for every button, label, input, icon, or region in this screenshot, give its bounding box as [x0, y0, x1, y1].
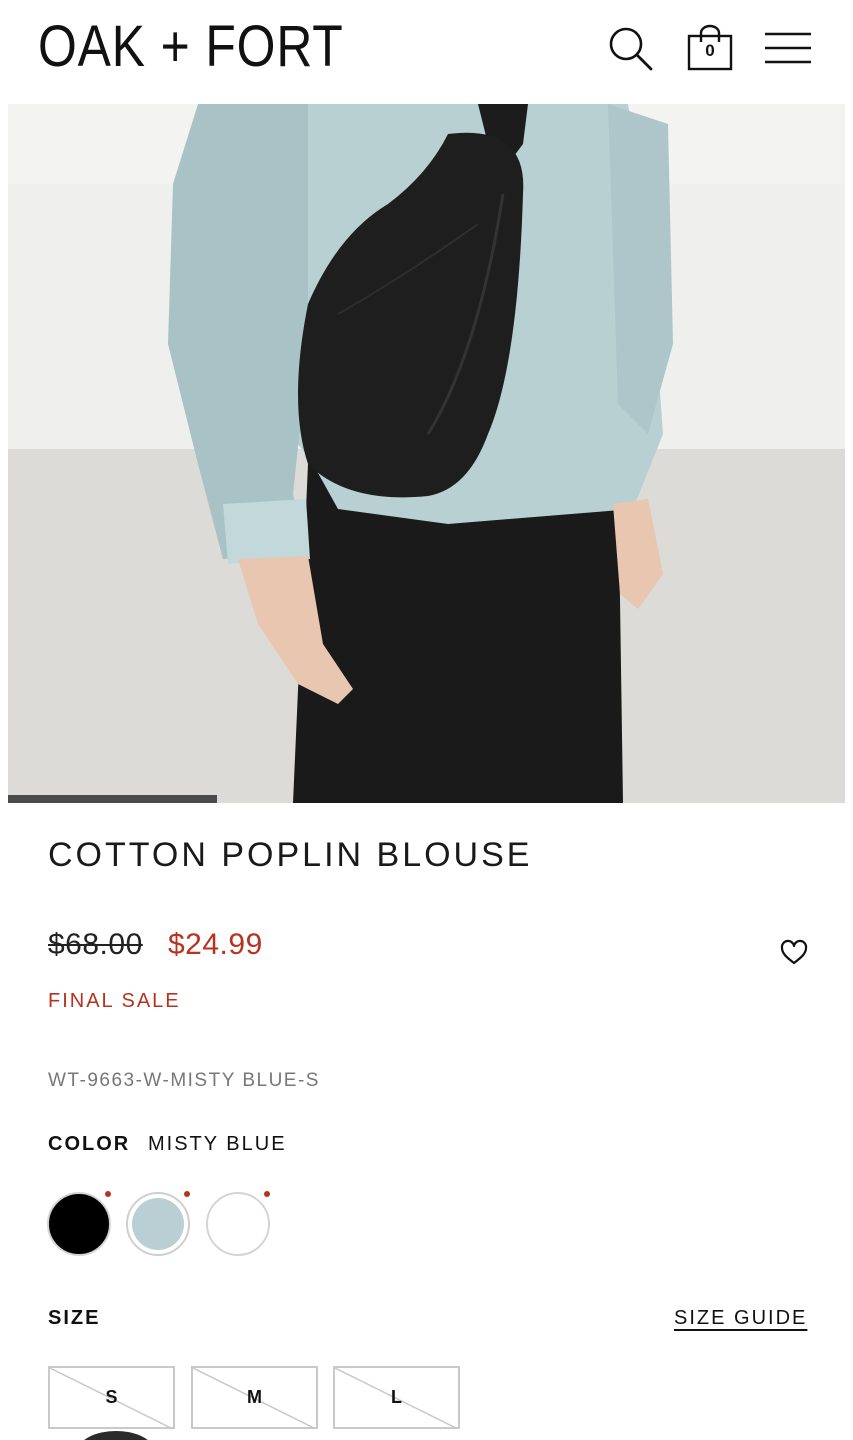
final-sale-label: FINAL SALE	[48, 990, 181, 1012]
size-option-label: M	[247, 1387, 262, 1407]
product-photo	[8, 104, 845, 803]
sale-price: $24.99	[168, 928, 263, 961]
swatch-sale-dot	[105, 1191, 111, 1197]
cart-count-badge: 0	[705, 41, 715, 60]
color-label: COLOR	[48, 1133, 131, 1155]
menu-button[interactable]	[762, 22, 814, 74]
search-button[interactable]	[604, 22, 656, 74]
gallery-progress-track	[8, 795, 845, 803]
size-label: SIZE	[48, 1307, 101, 1329]
heart-outline-icon	[780, 939, 808, 965]
color-swatch-misty-blue[interactable]	[126, 1192, 190, 1256]
gallery-progress-indicator	[8, 795, 218, 803]
size-option-label: S	[105, 1387, 118, 1407]
size-option-l[interactable]: L	[333, 1366, 460, 1429]
swatch-sale-dot	[184, 1191, 190, 1197]
site-header: OAK + FORT 0	[0, 0, 853, 104]
size-option-m[interactable]: M	[191, 1366, 318, 1429]
hamburger-menu-icon	[765, 32, 811, 64]
chat-widget-button[interactable]	[78, 1431, 154, 1440]
color-swatch-white[interactable]	[206, 1192, 270, 1256]
size-option-s[interactable]: S	[48, 1366, 175, 1429]
size-guide-link[interactable]: SIZE GUIDE	[674, 1307, 807, 1330]
brand-logo[interactable]: OAK + FORT	[38, 14, 344, 80]
cart-button[interactable]: 0	[684, 22, 736, 74]
original-price: $68.00	[48, 928, 143, 961]
search-icon	[609, 27, 653, 71]
wishlist-button[interactable]	[778, 936, 810, 968]
swatch-fill	[132, 1198, 184, 1250]
product-title: COTTON POPLIN BLOUSE	[48, 836, 533, 874]
product-sku: WT-9663-W-MISTY BLUE-S	[48, 1070, 320, 1091]
color-swatch-black[interactable]	[47, 1192, 111, 1256]
selected-color-name: MISTY BLUE	[148, 1133, 287, 1155]
size-option-label: L	[391, 1387, 402, 1407]
product-image-gallery[interactable]	[8, 104, 845, 803]
swatch-sale-dot	[264, 1191, 270, 1197]
